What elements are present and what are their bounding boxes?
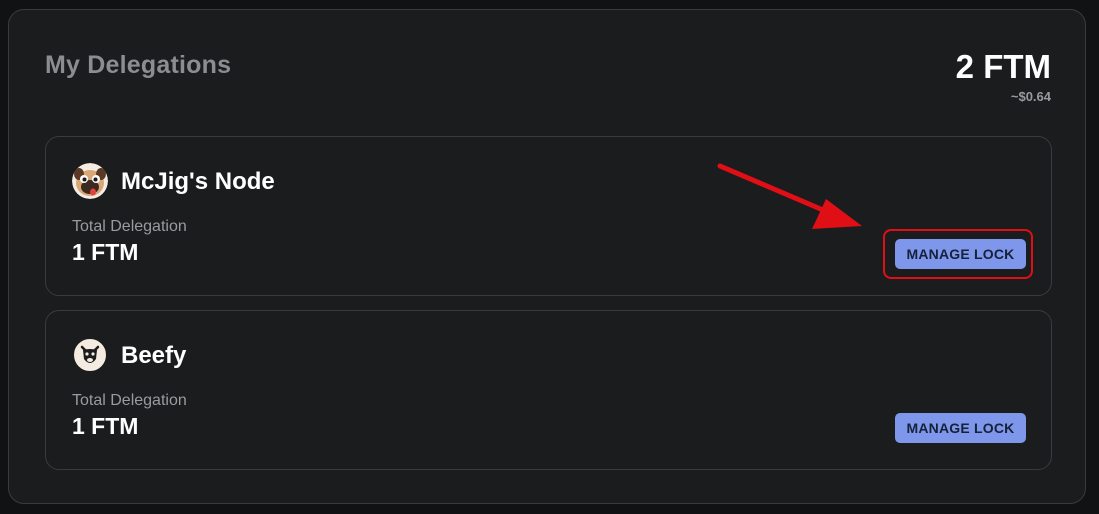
- node-name: McJig's Node: [121, 168, 275, 195]
- node-name: Beefy: [121, 342, 187, 369]
- pug-dog-icon: [72, 163, 108, 199]
- total-delegation-label: Total Delegation: [72, 218, 187, 235]
- total-delegation-value: 1 FTM: [72, 239, 139, 265]
- total-delegation-amount: 2 FTM: [955, 48, 1051, 85]
- total-delegation-usd: ~$0.64: [1010, 89, 1051, 104]
- total-delegation-value: 1 FTM: [72, 413, 139, 439]
- cow-icon: [72, 337, 108, 373]
- total-delegation-label: Total Delegation: [72, 392, 187, 409]
- manage-lock-button[interactable]: MANAGE LOCK: [895, 413, 1026, 443]
- delegation-card: Beefy Total Delegation 1 FTM MANAGE LOCK: [45, 310, 1052, 470]
- panel-title: My Delegations: [45, 51, 232, 79]
- highlight-box: [883, 229, 1033, 279]
